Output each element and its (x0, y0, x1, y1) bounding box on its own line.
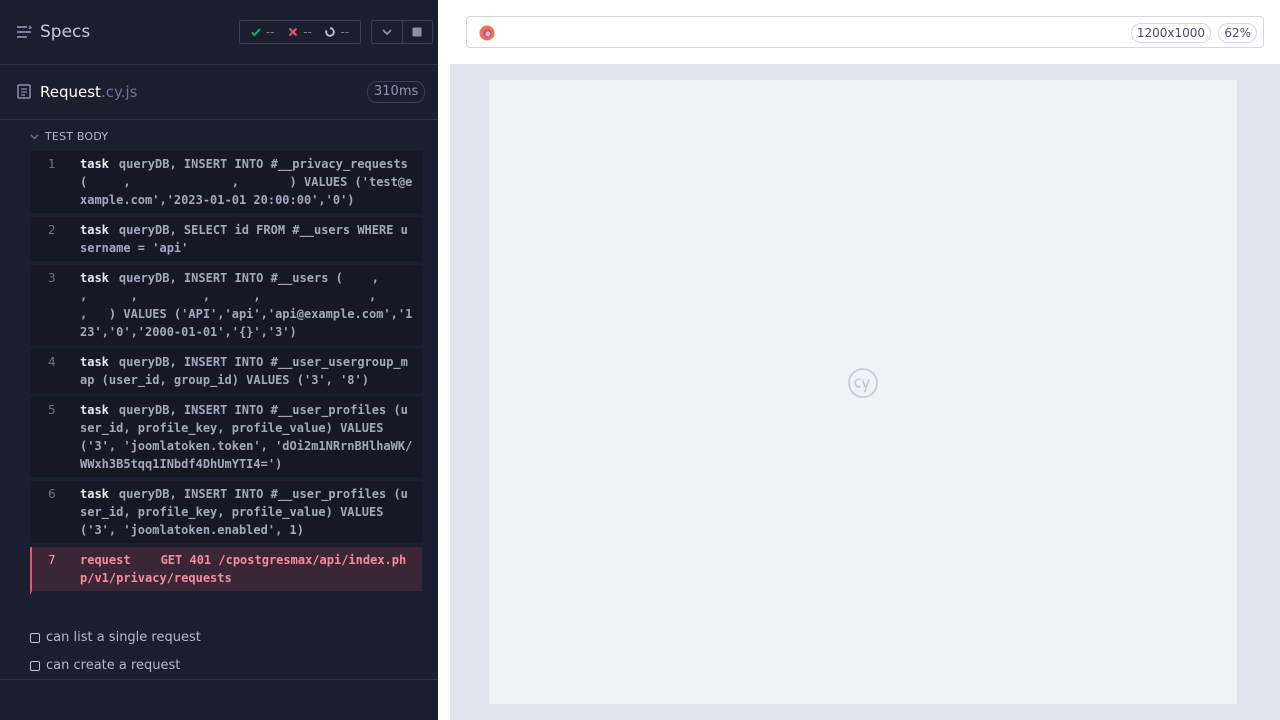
command-number: 2 (48, 223, 56, 237)
stop-icon (412, 27, 422, 37)
command-row[interactable]: 7 request GET 401 /cpostgresmax/api/index.… (30, 547, 422, 595)
chevron-down-icon (382, 29, 392, 36)
test-body-toggle[interactable]: TEST BODY (30, 130, 108, 143)
spec-file-ext: .cy.js (100, 83, 138, 101)
command-name: task (80, 271, 109, 285)
command-message: queryDB, INSERT INTO #__user_profiles (u… (80, 487, 408, 537)
divider (0, 679, 438, 680)
cypress-logo-icon (848, 368, 878, 398)
viewport-size-badge[interactable]: 1200x1000 (1130, 23, 1211, 43)
command-number: 1 (48, 157, 56, 171)
run-controls (371, 20, 433, 44)
command-name: task (80, 487, 109, 501)
command-number: 5 (48, 403, 56, 417)
command-message: queryDB, INSERT INTO #__user_usergroup_m… (80, 355, 408, 387)
check-icon (251, 28, 261, 37)
x-icon (288, 27, 298, 37)
command-row[interactable]: 5 task queryDB, INSERT INTO #__user_profil… (30, 397, 422, 481)
failed-count: -- (303, 25, 312, 39)
test-status-icon (30, 660, 40, 671)
command-message: queryDB, SELECT id FROM #__users WHERE u… (80, 223, 408, 255)
command-number: 3 (48, 271, 56, 285)
command-name: task (80, 157, 109, 171)
spec-file-name[interactable]: Request.cy.js (40, 83, 137, 101)
pending-stat: -- (325, 25, 349, 39)
test-body-label: TEST BODY (45, 130, 109, 143)
duration-badge: 310ms (367, 81, 426, 103)
test-stats: -- -- -- (239, 20, 361, 44)
command-row[interactable]: 6 task queryDB, INSERT INTO #__user_profil… (30, 481, 422, 547)
command-log: 1 task queryDB, INSERT INTO #__privacy_req… (30, 151, 422, 595)
test-item[interactable]: can list a single request (30, 630, 201, 645)
firefox-icon[interactable] (479, 25, 495, 41)
menu-icon[interactable] (16, 24, 32, 40)
chevron-down-icon (30, 134, 39, 139)
command-message: queryDB, INSERT INTO #__user_profiles (u… (80, 403, 413, 471)
resize-gutter[interactable] (438, 64, 450, 720)
command-number: 6 (48, 487, 56, 501)
app-under-test-frame[interactable] (489, 80, 1237, 704)
command-name: task (80, 223, 109, 237)
command-number: 7 (48, 553, 56, 567)
document-icon (17, 84, 31, 99)
spinner-icon (325, 27, 336, 37)
command-message: queryDB, INSERT INTO #__users ( , , , , … (80, 271, 437, 339)
spec-file-row: Request.cy.js 310ms (0, 65, 438, 120)
command-row[interactable]: 3 task queryDB, INSERT INTO #__users ( , ,… (30, 265, 422, 349)
spec-file-basename: Request (40, 83, 101, 101)
command-number: 4 (48, 355, 56, 369)
command-name: request (80, 553, 131, 567)
test-status-icon (30, 632, 40, 643)
command-row[interactable]: 1 task queryDB, INSERT INTO #__privacy_req… (30, 151, 422, 217)
pending-count: -- (340, 25, 350, 39)
reporter-panel: Specs -- -- -- Request.cy.js 310ms TEST … (0, 0, 438, 720)
test-title: can create a request (46, 658, 181, 673)
command-row[interactable]: 2 task queryDB, SELECT id FROM #__users WH… (30, 217, 422, 265)
zoom-badge: 62% (1218, 23, 1257, 43)
failed-stat: -- (288, 25, 312, 39)
command-name: task (80, 403, 109, 417)
passed-stat: -- (251, 25, 275, 39)
url-bar[interactable]: 1200x1000 62% (466, 16, 1264, 48)
command-message: queryDB, INSERT INTO #__privacy_requests… (80, 157, 416, 207)
stop-button[interactable] (401, 21, 433, 43)
expand-button[interactable] (372, 21, 402, 43)
specs-header: Specs -- -- -- (0, 0, 438, 65)
command-name: task (80, 355, 109, 369)
passed-count: -- (265, 25, 275, 39)
test-item[interactable]: can create a request (30, 658, 180, 673)
test-title: can list a single request (46, 630, 201, 645)
command-row[interactable]: 4 task queryDB, INSERT INTO #__user_usergr… (30, 349, 422, 397)
specs-title[interactable]: Specs (40, 22, 90, 42)
